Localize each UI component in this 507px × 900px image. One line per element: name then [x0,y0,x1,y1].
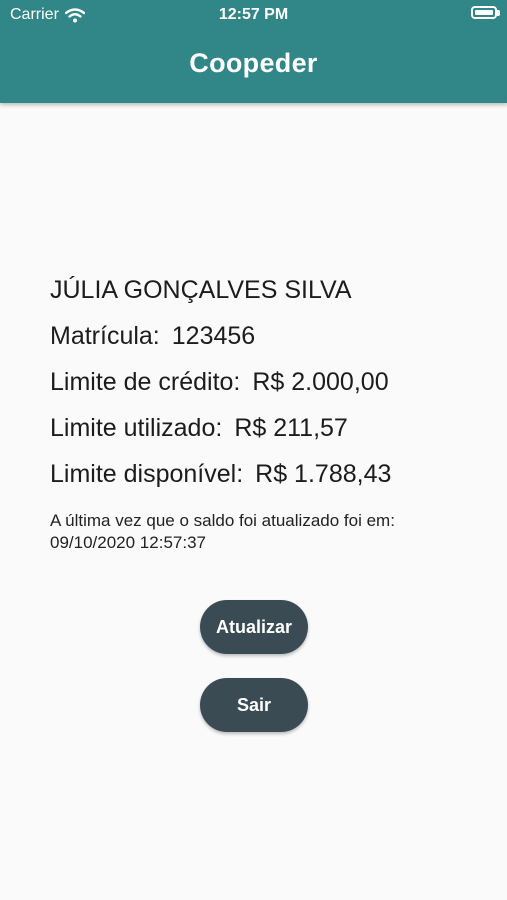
available-limit-value: R$ 1.788,43 [255,460,392,488]
app-title: Coopeder [189,48,318,78]
credit-limit-label: Limite de crédito: [50,368,241,396]
last-update-info: A última vez que o saldo foi atualizado … [50,510,480,554]
used-limit-value: R$ 211,57 [234,414,348,442]
battery-icon [471,6,500,19]
account-name: JÚLIA GONÇALVES SILVA [50,276,352,304]
status-time: 12:57 PM [218,6,289,23]
last-update-timestamp: 09/10/2020 12:57:37 [50,533,206,552]
account-info: JÚLIA GONÇALVES SILVA Matrícula: 123456 L… [50,272,480,554]
matricula-row: Matrícula: 123456 [50,318,480,364]
available-limit-label: Limite disponível: [50,460,244,488]
update-button[interactable]: Atualizar [200,600,308,654]
matricula-label: Matrícula: [50,322,160,350]
credit-limit-value: R$ 2.000,00 [252,368,389,396]
status-right [471,6,500,19]
last-update-text: A última vez que o saldo foi atualizado … [50,511,395,530]
available-limit-row: Limite disponível: R$ 1.788,43 [50,456,480,502]
used-limit-row: Limite utilizado: R$ 211,57 [50,410,480,456]
exit-button[interactable]: Sair [200,678,308,732]
used-limit-label: Limite utilizado: [50,414,223,442]
app-bar: Carrier 12:57 PM Coopeder [0,0,507,103]
matricula-value: 123456 [171,322,256,350]
credit-limit-row: Limite de crédito: R$ 2.000,00 [50,364,480,410]
status-bar: Carrier 12:57 PM [0,0,507,30]
